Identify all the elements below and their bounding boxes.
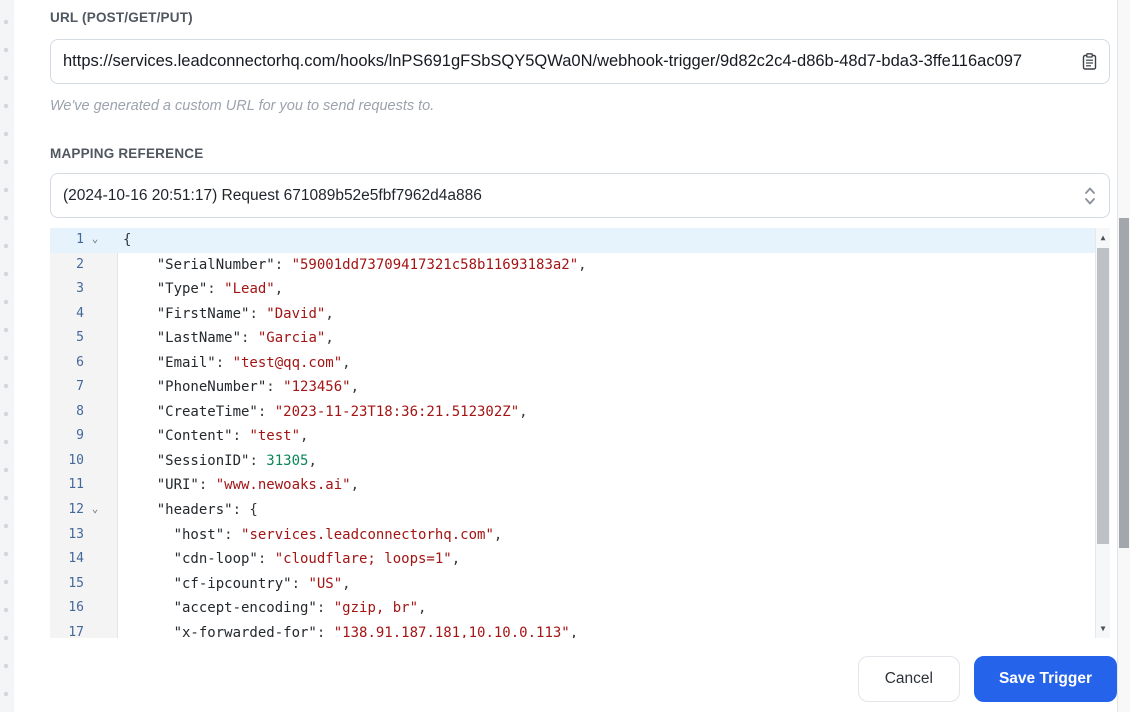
canvas-dots-background	[0, 0, 14, 712]
code-line: 13 "host": "services.leadconnectorhq.com…	[50, 523, 1095, 548]
line-number: 8	[76, 403, 84, 419]
code-line: 2 "SerialNumber": "59001dd73709417321c58…	[50, 253, 1095, 278]
code-line-text: "host": "services.leadconnectorhq.com",	[123, 526, 503, 543]
code-line-text: "headers": {	[123, 502, 258, 519]
code-line: 17 "x-forwarded-for": "138.91.187.181,10…	[50, 621, 1095, 638]
line-number: 16	[68, 600, 84, 616]
code-line: 10 "SessionID": 31305,	[50, 449, 1095, 474]
code-line-text: "CreateTime": "2023-11-23T18:36:21.51230…	[123, 403, 528, 420]
code-line-text: "accept-encoding": "gzip, br",	[123, 600, 427, 617]
code-line-text: "x-forwarded-for": "138.91.187.181,10.10…	[123, 624, 579, 638]
code-line-text: "cf-ipcountry": "US",	[123, 575, 351, 592]
cancel-button[interactable]: Cancel	[857, 656, 960, 702]
code-line-text: "LastName": "Garcia",	[123, 330, 334, 347]
code-line: 4 "FirstName": "David",	[50, 302, 1095, 327]
code-line: 16 "accept-encoding": "gzip, br",	[50, 596, 1095, 621]
url-helper-text: We've generated a custom URL for you to …	[50, 98, 435, 114]
code-line-text: "PhoneNumber": "123456",	[123, 379, 360, 396]
line-number: 3	[76, 281, 84, 297]
code-line: 6 "Email": "test@qq.com",	[50, 351, 1095, 376]
line-number: 5	[76, 330, 84, 346]
code-line: 14 "cdn-loop": "cloudflare; loops=1",	[50, 547, 1095, 572]
scroll-down-arrow-icon[interactable]: ▼	[1096, 621, 1110, 636]
page-scrollbar[interactable]	[1117, 0, 1130, 712]
code-line: 9 "Content": "test",	[50, 424, 1095, 449]
line-number: 14	[68, 551, 84, 567]
mapping-reference-label: MAPPING REFERENCE	[50, 146, 204, 161]
line-number: 9	[76, 428, 84, 444]
line-number: 1	[76, 232, 84, 247]
code-line-text: "SerialNumber": "59001dd73709417321c58b1…	[123, 256, 587, 273]
line-number: 6	[76, 354, 84, 370]
code-line: 8 "CreateTime": "2023-11-23T18:36:21.512…	[50, 400, 1095, 425]
code-line-text: "URI": "www.newoaks.ai",	[123, 477, 360, 494]
line-number: 10	[68, 452, 84, 468]
json-code-editor[interactable]: 1 ⌄{2 "SerialNumber": "59001dd73709417321…	[50, 228, 1110, 638]
chevron-up-down-icon	[1083, 185, 1097, 207]
line-number: 7	[76, 379, 84, 395]
page-scrollbar-thumb[interactable]	[1119, 218, 1129, 548]
code-line: 11 "URI": "www.newoaks.ai",	[50, 473, 1095, 498]
mapping-reference-select[interactable]: (2024-10-16 20:51:17) Request 671089b52e…	[50, 173, 1110, 218]
url-label: URL (POST/GET/PUT)	[50, 10, 193, 25]
code-line: 15 "cf-ipcountry": "US",	[50, 572, 1095, 597]
code-line-text: "Email": "test@qq.com",	[123, 354, 351, 371]
code-line: 1 ⌄ {	[50, 228, 1095, 253]
webhook-url-value: https://services.leadconnectorhq.com/hoo…	[63, 52, 1023, 70]
code-line-text: "SessionID": 31305,	[123, 452, 317, 469]
code-line: 12 ⌄ "headers": {	[50, 498, 1095, 523]
save-trigger-button[interactable]: Save Trigger	[973, 656, 1117, 702]
line-number: 17	[68, 624, 84, 638]
webhook-url-input[interactable]: https://services.leadconnectorhq.com/hoo…	[50, 39, 1110, 84]
code-line-text: "Type": "Lead",	[123, 281, 284, 298]
line-number: 15	[68, 575, 84, 591]
mapping-selected-value: (2024-10-16 20:51:17) Request 671089b52e…	[63, 186, 482, 204]
fold-toggle-icon[interactable]: ⌄	[84, 228, 106, 253]
line-number: 11	[68, 477, 84, 493]
line-number: 12	[68, 502, 84, 518]
editor-lines: 1 ⌄{2 "SerialNumber": "59001dd73709417321…	[50, 228, 1095, 638]
code-line: 5 "LastName": "Garcia",	[50, 326, 1095, 351]
line-number: 2	[76, 256, 84, 272]
fold-toggle-icon[interactable]: ⌄	[84, 498, 106, 523]
code-line-text: "Content": "test",	[123, 428, 309, 445]
code-line-text: {	[123, 232, 132, 248]
code-line-text: "FirstName": "David",	[123, 305, 334, 322]
copy-to-clipboard-icon[interactable]	[1082, 53, 1097, 70]
code-line: 7 "PhoneNumber": "123456",	[50, 375, 1095, 400]
code-line-text: "cdn-loop": "cloudflare; loops=1",	[123, 551, 461, 568]
editor-scrollbar[interactable]: ▲ ▼	[1095, 228, 1110, 638]
code-line: 3 "Type": "Lead",	[50, 277, 1095, 302]
line-number: 13	[68, 526, 84, 542]
scroll-up-arrow-icon[interactable]: ▲	[1096, 230, 1110, 245]
footer-actions: Cancel Save Trigger	[857, 656, 1117, 702]
line-number: 4	[76, 305, 84, 321]
editor-scrollbar-thumb[interactable]	[1097, 248, 1109, 544]
